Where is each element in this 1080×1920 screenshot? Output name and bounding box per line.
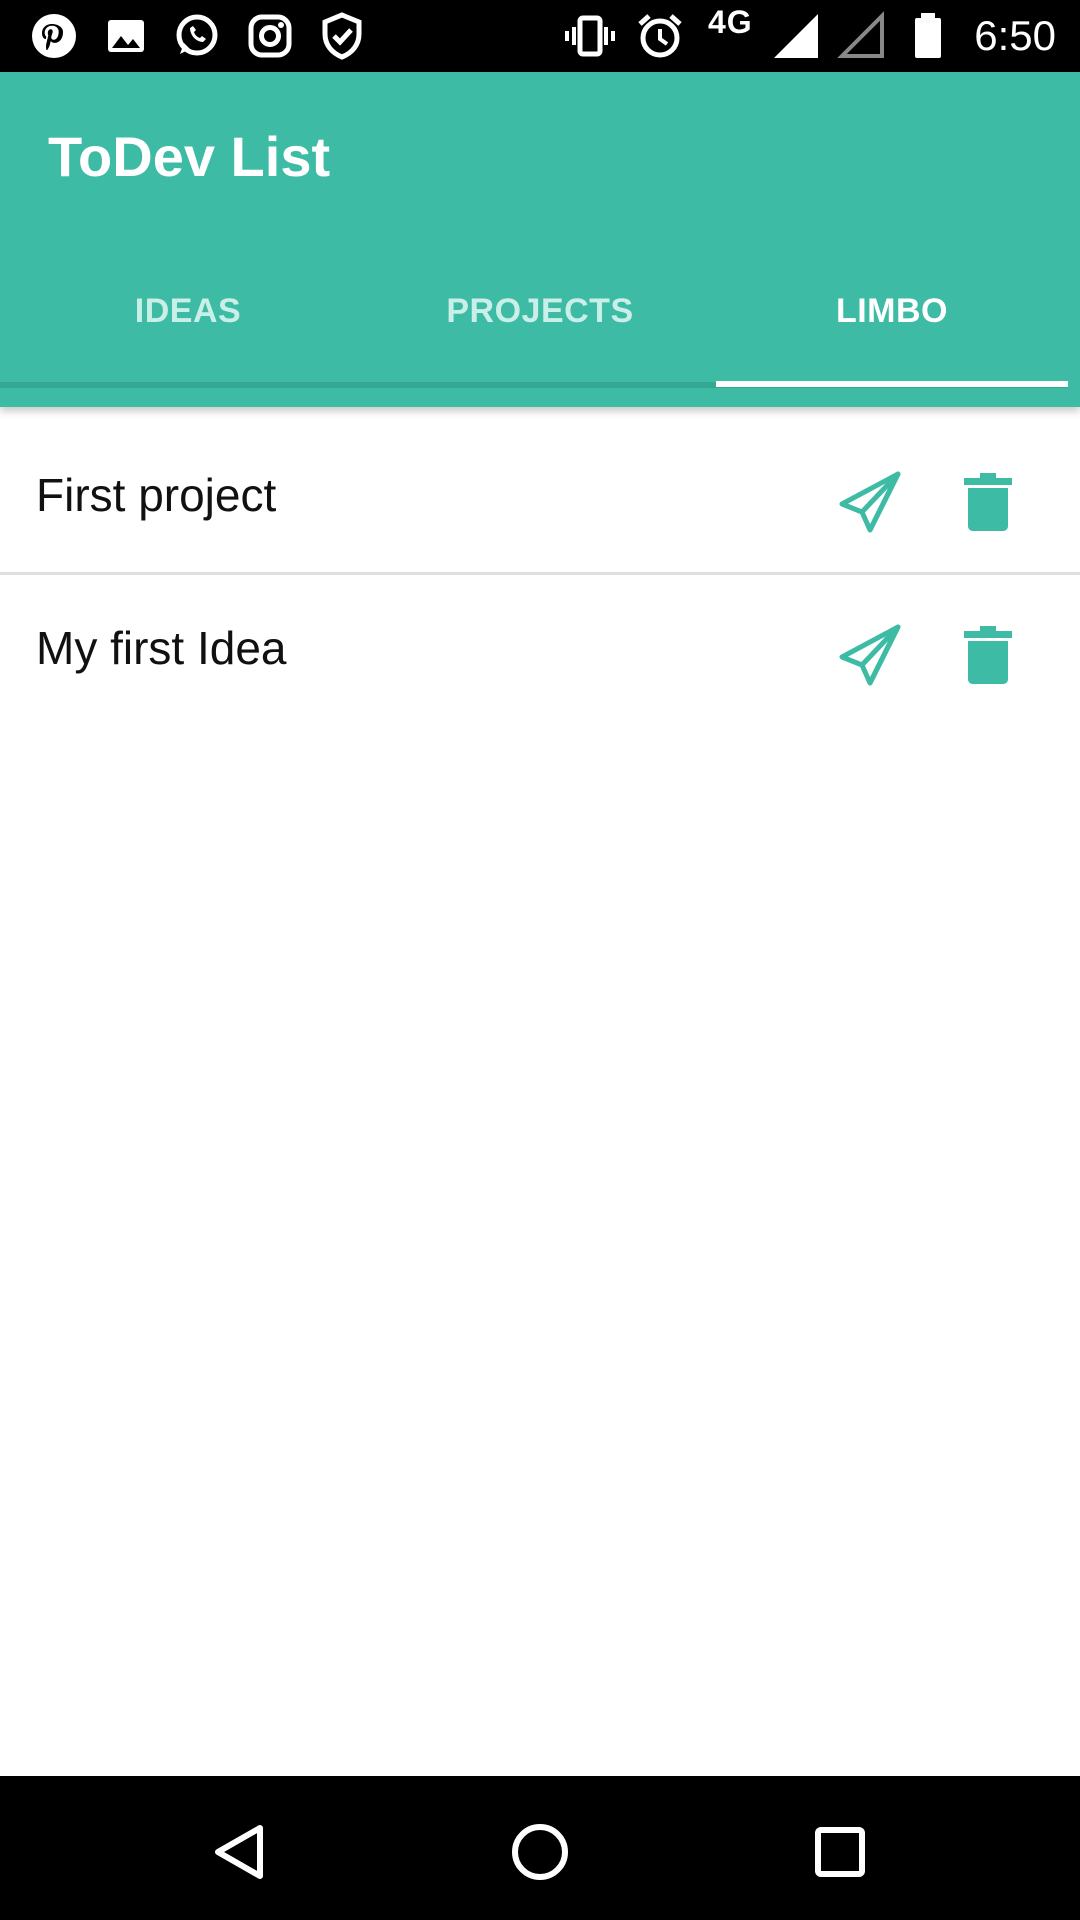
trash-icon [964,473,1012,531]
send-icon [839,471,901,533]
delete-button[interactable] [948,462,1028,542]
delete-button[interactable] [948,615,1028,695]
send-button[interactable] [830,615,910,695]
app-bar: ToDev List IDEAS PROJECTS LIMBO [0,72,1080,407]
home-button[interactable] [500,1812,580,1892]
shield-check-icon [316,10,368,62]
clock: 6:50 [974,12,1056,59]
network-type: 4G [708,4,753,40]
tab-indicator [716,381,1068,387]
send-icon [839,624,901,686]
whatsapp-icon [170,10,222,62]
tab-limbo[interactable]: LIMBO [716,272,1068,362]
alarm-icon [634,10,686,62]
instagram-icon [244,10,296,62]
back-button[interactable] [200,1812,280,1892]
limbo-list: First project My first Idea [0,422,1080,725]
tab-projects[interactable]: PROJECTS [364,272,716,362]
recent-apps-icon [815,1827,865,1877]
item-title: First project [36,469,277,521]
app-title: ToDev List [48,125,331,188]
trash-icon [964,626,1012,684]
home-icon [512,1824,568,1880]
tab-ideas[interactable]: IDEAS [12,272,364,362]
send-button[interactable] [830,462,910,542]
item-title: My first Idea [36,622,287,674]
status-bar: 4G 6:50 [0,0,1080,72]
pinterest-icon [28,10,80,62]
navigation-bar [0,1776,1080,1920]
gallery-icon [100,10,152,62]
back-icon [215,1825,263,1879]
battery-icon [902,10,954,62]
vibrate-icon [564,10,616,62]
list-item[interactable]: My first Idea [0,575,1080,725]
signal-icon [770,10,822,62]
recent-apps-button[interactable] [800,1812,880,1892]
tab-bar: IDEAS PROJECTS LIMBO [12,272,1068,362]
signal-empty-icon [836,10,888,62]
list-item[interactable]: First project [0,422,1080,575]
